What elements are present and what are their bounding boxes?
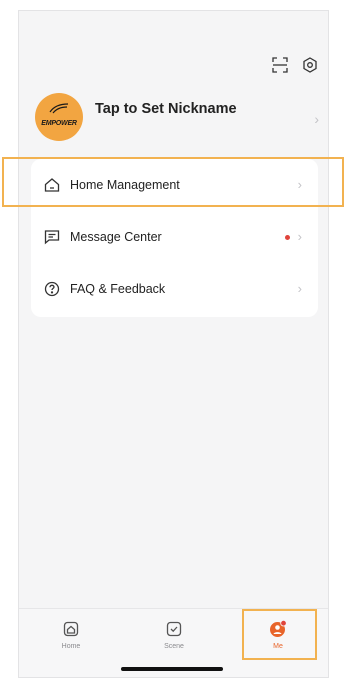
settings-icon[interactable] xyxy=(300,55,320,75)
nickname-label[interactable]: Tap to Set Nickname xyxy=(95,101,237,117)
home-indicator[interactable] xyxy=(121,667,223,671)
scan-icon[interactable] xyxy=(270,55,290,75)
top-toolbar xyxy=(270,55,320,75)
chevron-right-icon: › xyxy=(297,229,302,244)
avatar[interactable]: EMPOWER xyxy=(35,93,83,141)
unread-badge xyxy=(285,235,290,240)
menu-item-message-center[interactable]: Message Center › xyxy=(31,211,318,263)
tab-scene[interactable]: Scene xyxy=(144,619,204,650)
chevron-right-icon: › xyxy=(314,111,319,127)
question-circle-icon xyxy=(43,280,61,298)
home-tab-icon xyxy=(61,619,81,639)
menu-item-label: FAQ & Feedback xyxy=(70,282,166,296)
highlight-box-me-tab xyxy=(242,609,317,660)
tab-label: Scene xyxy=(164,643,184,650)
empower-logo-icon xyxy=(49,103,69,114)
checkbox-tab-icon xyxy=(164,619,184,639)
message-icon xyxy=(43,228,61,246)
highlight-box-home-management xyxy=(2,157,344,207)
profile-row[interactable]: EMPOWER Tap to Set Nickname › xyxy=(35,89,319,145)
menu-item-label: Message Center xyxy=(70,230,162,244)
phone-screen: EMPOWER Tap to Set Nickname › Home Manag… xyxy=(18,10,329,678)
menu-item-faq-feedback[interactable]: FAQ & Feedback › xyxy=(31,263,318,315)
avatar-logo-text: EMPOWER xyxy=(41,119,77,127)
chevron-right-icon: › xyxy=(297,281,302,296)
tab-label: Home xyxy=(61,643,81,650)
tab-home[interactable]: Home xyxy=(41,619,101,650)
